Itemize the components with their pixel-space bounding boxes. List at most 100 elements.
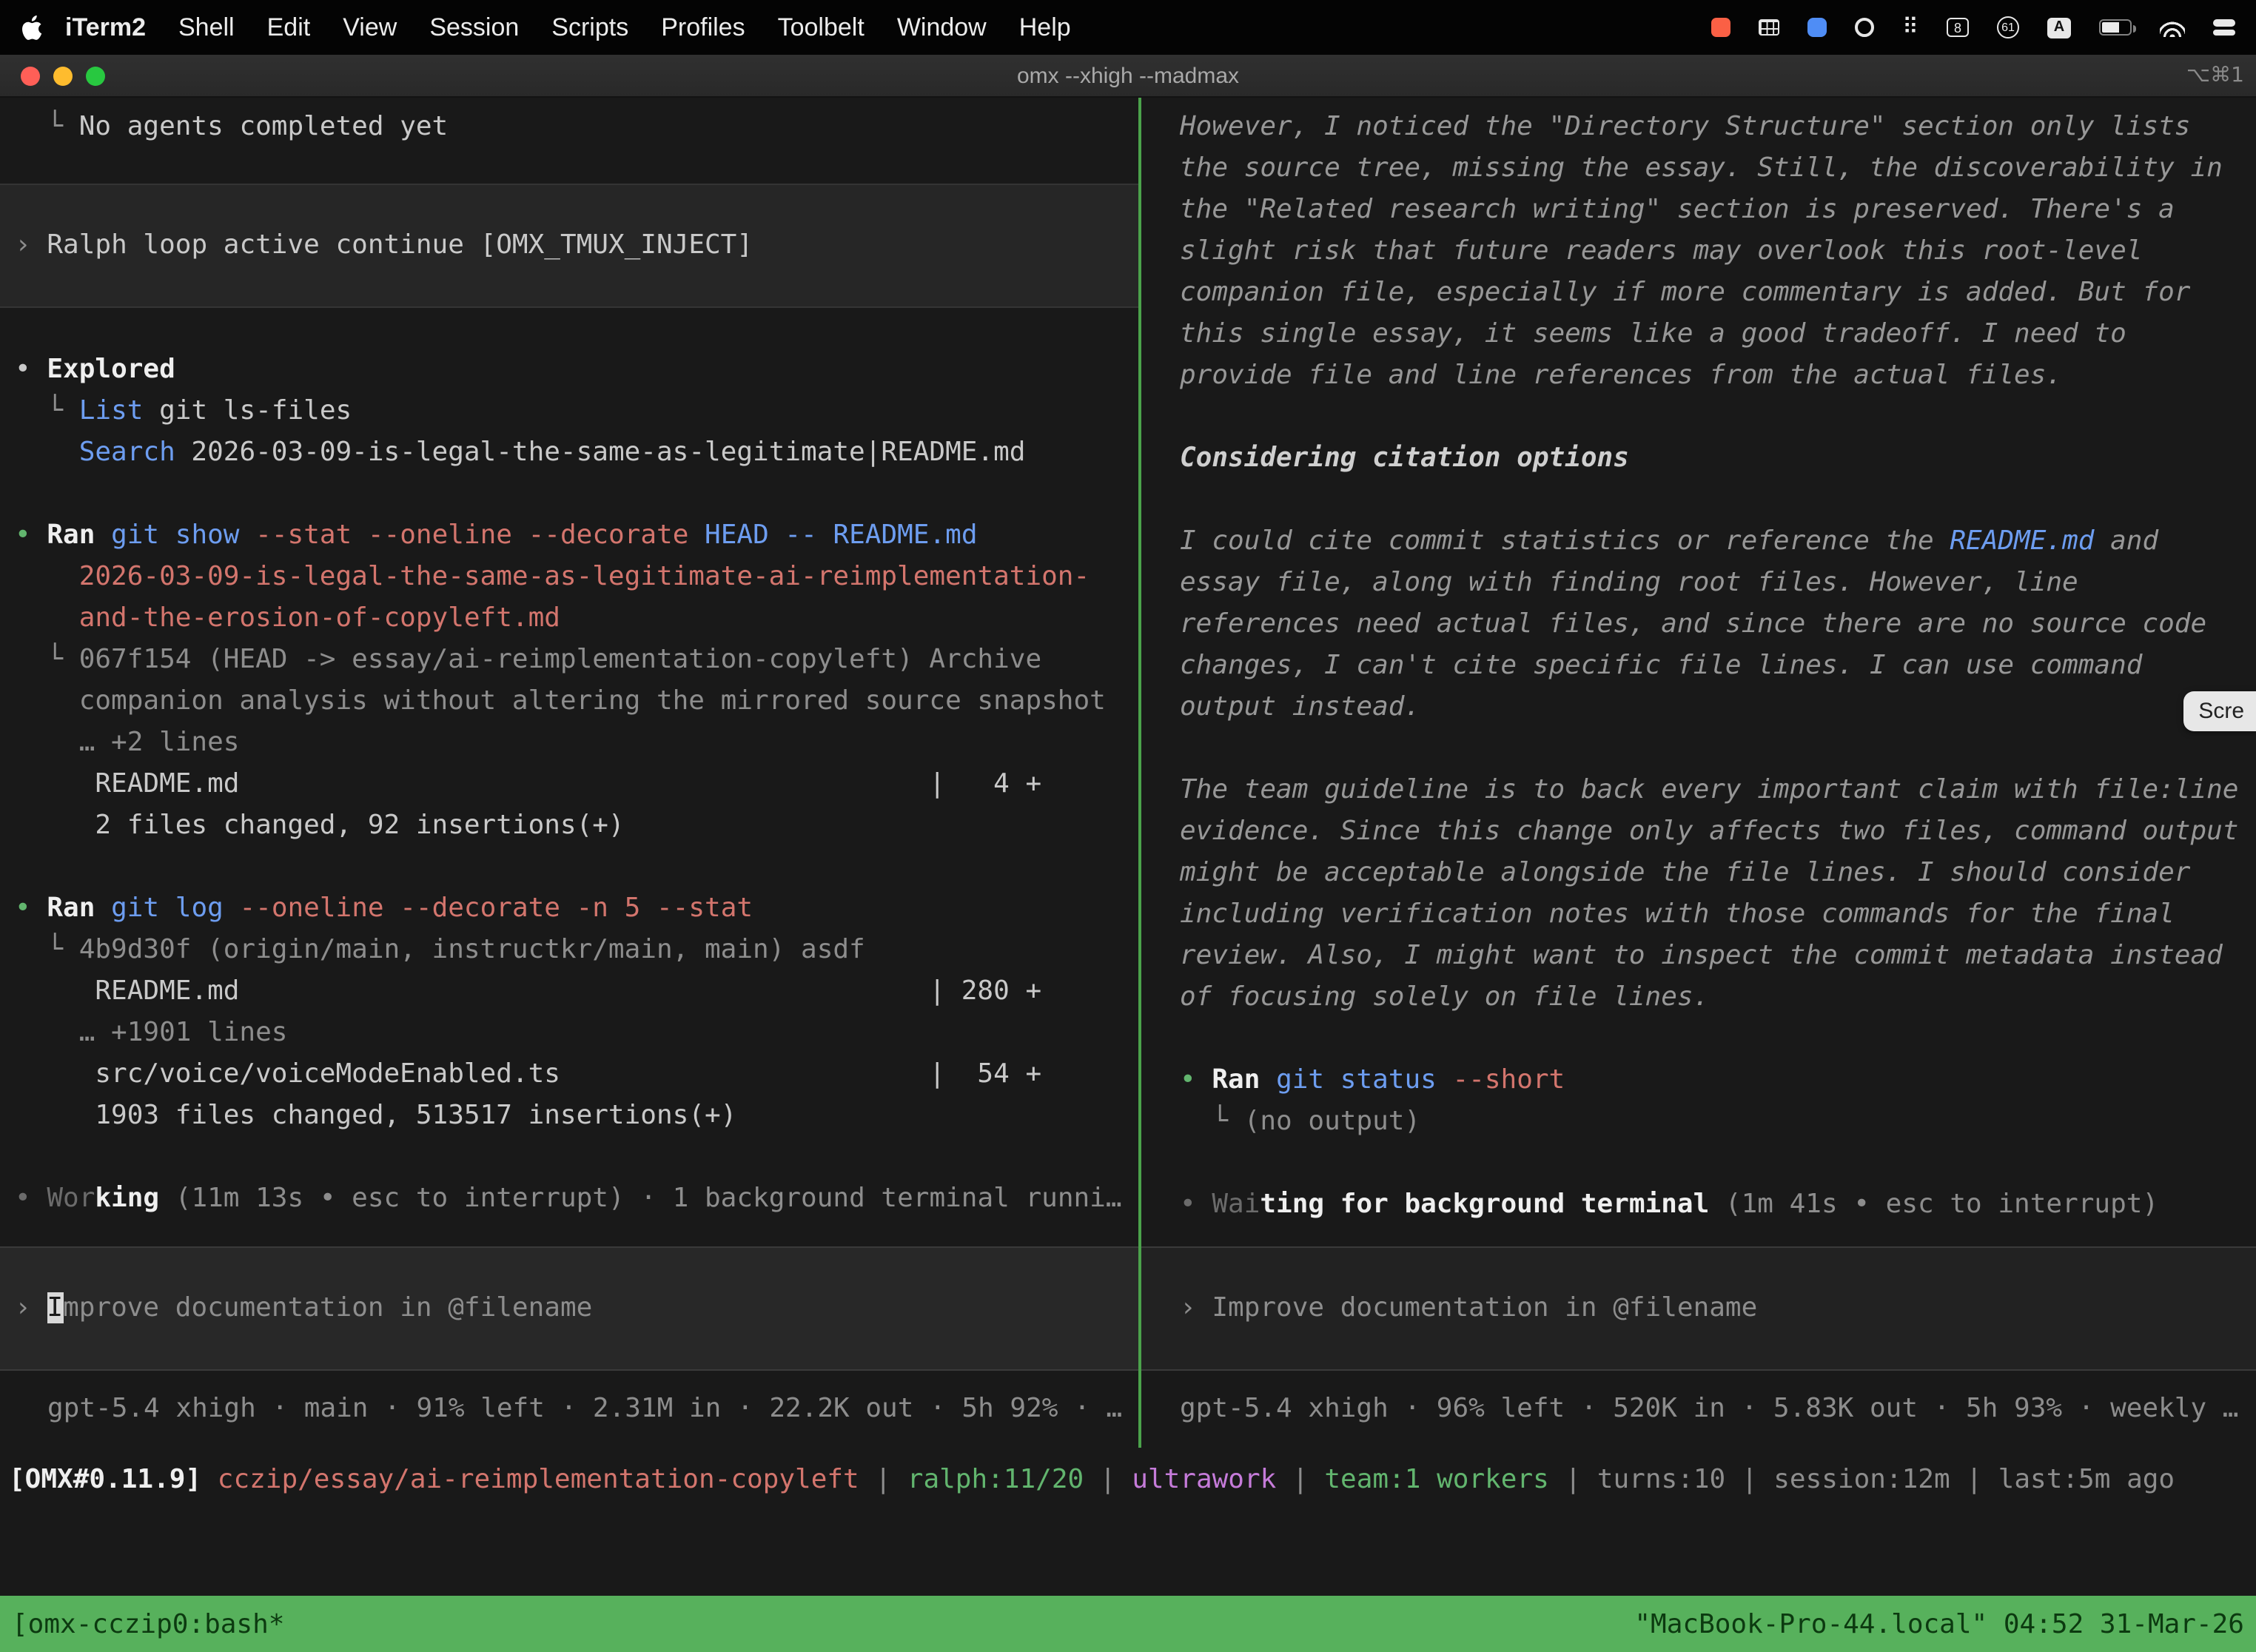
terminal-line bbox=[0, 474, 1138, 515]
terminal-line: the "Related research writing" section i… bbox=[1141, 189, 2256, 231]
terminal-line: • Ran git show --stat --oneline --decora… bbox=[0, 515, 1138, 557]
terminal-line: 2026-03-09-is-legal-the-same-as-legitima… bbox=[0, 557, 1138, 598]
right-pane-scrollback: However, I noticed the "Directory Struct… bbox=[1141, 98, 2256, 1246]
window-shortcut-badge: ⌥⌘1 bbox=[2186, 64, 2244, 87]
terminal-line: evidence. Since this change only affects… bbox=[1141, 811, 2256, 853]
ralph-loop-banner: › Ralph loop active continue [OMX_TMUX_I… bbox=[0, 184, 1138, 308]
minimize-button[interactable] bbox=[53, 66, 73, 85]
terminal-line: • Explored bbox=[0, 349, 1138, 391]
menu-item-profiles[interactable]: Profiles bbox=[645, 13, 761, 42]
model-status-row-right: gpt-5.4 xhigh · 96% left · 520K in · 5.8… bbox=[1141, 1371, 2256, 1448]
terminal-line: 1903 files changed, 513517 insertions(+) bbox=[0, 1095, 1138, 1137]
dots-grid-icon[interactable]: ⠿ bbox=[1902, 16, 1918, 38]
left-top-lines: └ No agents completed yet bbox=[0, 107, 1138, 148]
tmux-panes: └ No agents completed yet › Ralph loop a… bbox=[0, 98, 2256, 1448]
terminal-line: src/voice/voiceModeEnabled.ts | 54 + bbox=[0, 1054, 1138, 1095]
battery-icon[interactable] bbox=[2099, 19, 2132, 36]
menu-item-session[interactable]: Session bbox=[413, 13, 535, 42]
terminal-line: I could cite commit statistics or refere… bbox=[1141, 521, 2256, 563]
terminal-line: slight risk that future readers may over… bbox=[1141, 231, 2256, 272]
terminal-line: changes, I can't cite specific file line… bbox=[1141, 645, 2256, 687]
menu-item-help[interactable]: Help bbox=[1003, 13, 1087, 42]
terminal-line: the source tree, missing the essay. Stil… bbox=[1141, 148, 2256, 189]
gauge-icon[interactable]: 61 bbox=[1997, 16, 2019, 38]
terminal-line: • Waiting for background terminal (1m 41… bbox=[1141, 1184, 2256, 1226]
window-title: omx --xhigh --madmax bbox=[0, 63, 2256, 88]
menu-item-window[interactable]: Window bbox=[881, 13, 1003, 42]
terminal-line: might be acceptable alongside the file l… bbox=[1141, 853, 2256, 894]
terminal-line: output instead. bbox=[1141, 687, 2256, 728]
zoom-button[interactable] bbox=[86, 66, 105, 85]
terminal-line bbox=[1141, 397, 2256, 438]
close-button[interactable] bbox=[21, 66, 40, 85]
wifi-icon[interactable] bbox=[2160, 19, 2185, 36]
menu-item-shell[interactable]: Shell bbox=[162, 13, 251, 42]
apple-menu-icon[interactable] bbox=[21, 14, 43, 41]
terminal-line: • Ran git status --short bbox=[1141, 1060, 2256, 1101]
keypad-icon[interactable]: 8 bbox=[1947, 18, 1969, 37]
tmux-status-bar: [omx-cczip0:bash* "MacBook-Pro-44.local"… bbox=[0, 1596, 2256, 1652]
terminal-line: including verification notes with those … bbox=[1141, 894, 2256, 936]
terminal-line: Considering citation options bbox=[1141, 438, 2256, 480]
terminal-line: essay file, along with finding root file… bbox=[1141, 563, 2256, 604]
input-source-icon[interactable]: A bbox=[2047, 17, 2071, 38]
control-center-icon[interactable] bbox=[2213, 19, 2235, 36]
menu-item-iterm2[interactable]: iTerm2 bbox=[49, 13, 162, 42]
left-pane[interactable]: └ No agents completed yet › Ralph loop a… bbox=[0, 98, 1138, 1448]
menu-item-edit[interactable]: Edit bbox=[251, 13, 327, 42]
menu-items: iTerm2ShellEditViewSessionScriptsProfile… bbox=[49, 13, 1087, 42]
right-pane[interactable]: However, I noticed the "Directory Struct… bbox=[1141, 98, 2256, 1448]
right-main-lines: However, I noticed the "Directory Struct… bbox=[1141, 107, 2256, 1226]
terminal: └ No agents completed yet › Ralph loop a… bbox=[0, 98, 2256, 1652]
terminal-line bbox=[1141, 1018, 2256, 1060]
terminal-line: └ List git ls-files bbox=[0, 391, 1138, 432]
command-input-left-text: › Improve documentation in @filename bbox=[0, 1288, 592, 1329]
terminal-line: However, I noticed the "Directory Struct… bbox=[1141, 107, 2256, 148]
terminal-line bbox=[1141, 480, 2256, 521]
left-main-lines: • Explored └ List git ls-files Search 20… bbox=[0, 349, 1138, 1220]
terminal-line: provide file and line references from th… bbox=[1141, 355, 2256, 397]
status-tray: ⠿ 8 61 A bbox=[1711, 16, 2235, 38]
terminal-line: README.md | 280 + bbox=[0, 971, 1138, 1013]
model-status-right: gpt-5.4 xhigh · 96% left · 520K in · 5.8… bbox=[1141, 1389, 2239, 1430]
terminal-line: • Ran git log --oneline --decorate -n 5 … bbox=[0, 888, 1138, 930]
terminal-line: references need actual files, and since … bbox=[1141, 604, 2256, 645]
terminal-line: companion file, especially if more comme… bbox=[1141, 272, 2256, 314]
terminal-line: README.md | 4 + bbox=[0, 764, 1138, 805]
menu-item-toolbelt[interactable]: Toolbelt bbox=[762, 13, 881, 42]
terminal-line: companion analysis without altering the … bbox=[0, 681, 1138, 722]
terminal-line bbox=[1141, 1143, 2256, 1184]
terminal-line: … +2 lines bbox=[0, 722, 1138, 764]
empty-area bbox=[0, 1513, 2256, 1596]
command-input-right[interactable]: › Improve documentation in @filename bbox=[1141, 1246, 2256, 1371]
tmux-session-label: [omx-cczip0:bash* bbox=[12, 1608, 284, 1639]
terminal-line: The team guideline is to back every impo… bbox=[1141, 770, 2256, 811]
screen-capture-toast[interactable]: Scre bbox=[2183, 691, 2256, 731]
menu-bar: iTerm2ShellEditViewSessionScriptsProfile… bbox=[0, 0, 2256, 55]
table-grid-icon[interactable] bbox=[1759, 19, 1779, 36]
terminal-line: └ No agents completed yet bbox=[0, 107, 1138, 148]
terminal-line: review. Also, I might want to inspect th… bbox=[1141, 936, 2256, 977]
screen-recording-icon[interactable] bbox=[1711, 18, 1730, 37]
model-status-row-left: gpt-5.4 xhigh · main · 91% left · 2.31M … bbox=[0, 1371, 1138, 1448]
omx-status-bar: [OMX#0.11.9] cczip/essay/ai-reimplementa… bbox=[0, 1448, 2256, 1513]
terminal-line: and-the-erosion-of-copyleft.md bbox=[0, 598, 1138, 639]
raycast-icon[interactable] bbox=[1807, 18, 1827, 37]
tmux-host-time: "MacBook-Pro-44.local" 04:52 31-Mar-26 bbox=[1634, 1608, 2244, 1639]
ring-app-icon[interactable] bbox=[1855, 18, 1874, 37]
menu-item-view[interactable]: View bbox=[326, 13, 413, 42]
window-title-bar: omx --xhigh --madmax ⌥⌘1 bbox=[0, 55, 2256, 98]
menu-item-scripts[interactable]: Scripts bbox=[535, 13, 645, 42]
left-pane-scrollback: └ No agents completed yet › Ralph loop a… bbox=[0, 98, 1138, 1246]
terminal-line: of focusing solely on file lines. bbox=[1141, 977, 2256, 1018]
terminal-line: Search 2026-03-09-is-legal-the-same-as-l… bbox=[0, 432, 1138, 474]
model-status-left: gpt-5.4 xhigh · main · 91% left · 2.31M … bbox=[0, 1389, 1122, 1430]
ralph-loop-banner-text: › Ralph loop active continue [OMX_TMUX_I… bbox=[0, 225, 753, 266]
command-input-left[interactable]: › Improve documentation in @filename bbox=[0, 1246, 1138, 1371]
terminal-line: └ 4b9d30f (origin/main, instructkr/main,… bbox=[0, 930, 1138, 971]
terminal-line: this single essay, it seems like a good … bbox=[1141, 314, 2256, 355]
omx-status-text: [OMX#0.11.9] cczip/essay/ai-reimplementa… bbox=[0, 1460, 2175, 1501]
terminal-line bbox=[0, 1137, 1138, 1178]
terminal-line: • Working (11m 13s • esc to interrupt) ·… bbox=[0, 1178, 1138, 1220]
terminal-line bbox=[0, 847, 1138, 888]
